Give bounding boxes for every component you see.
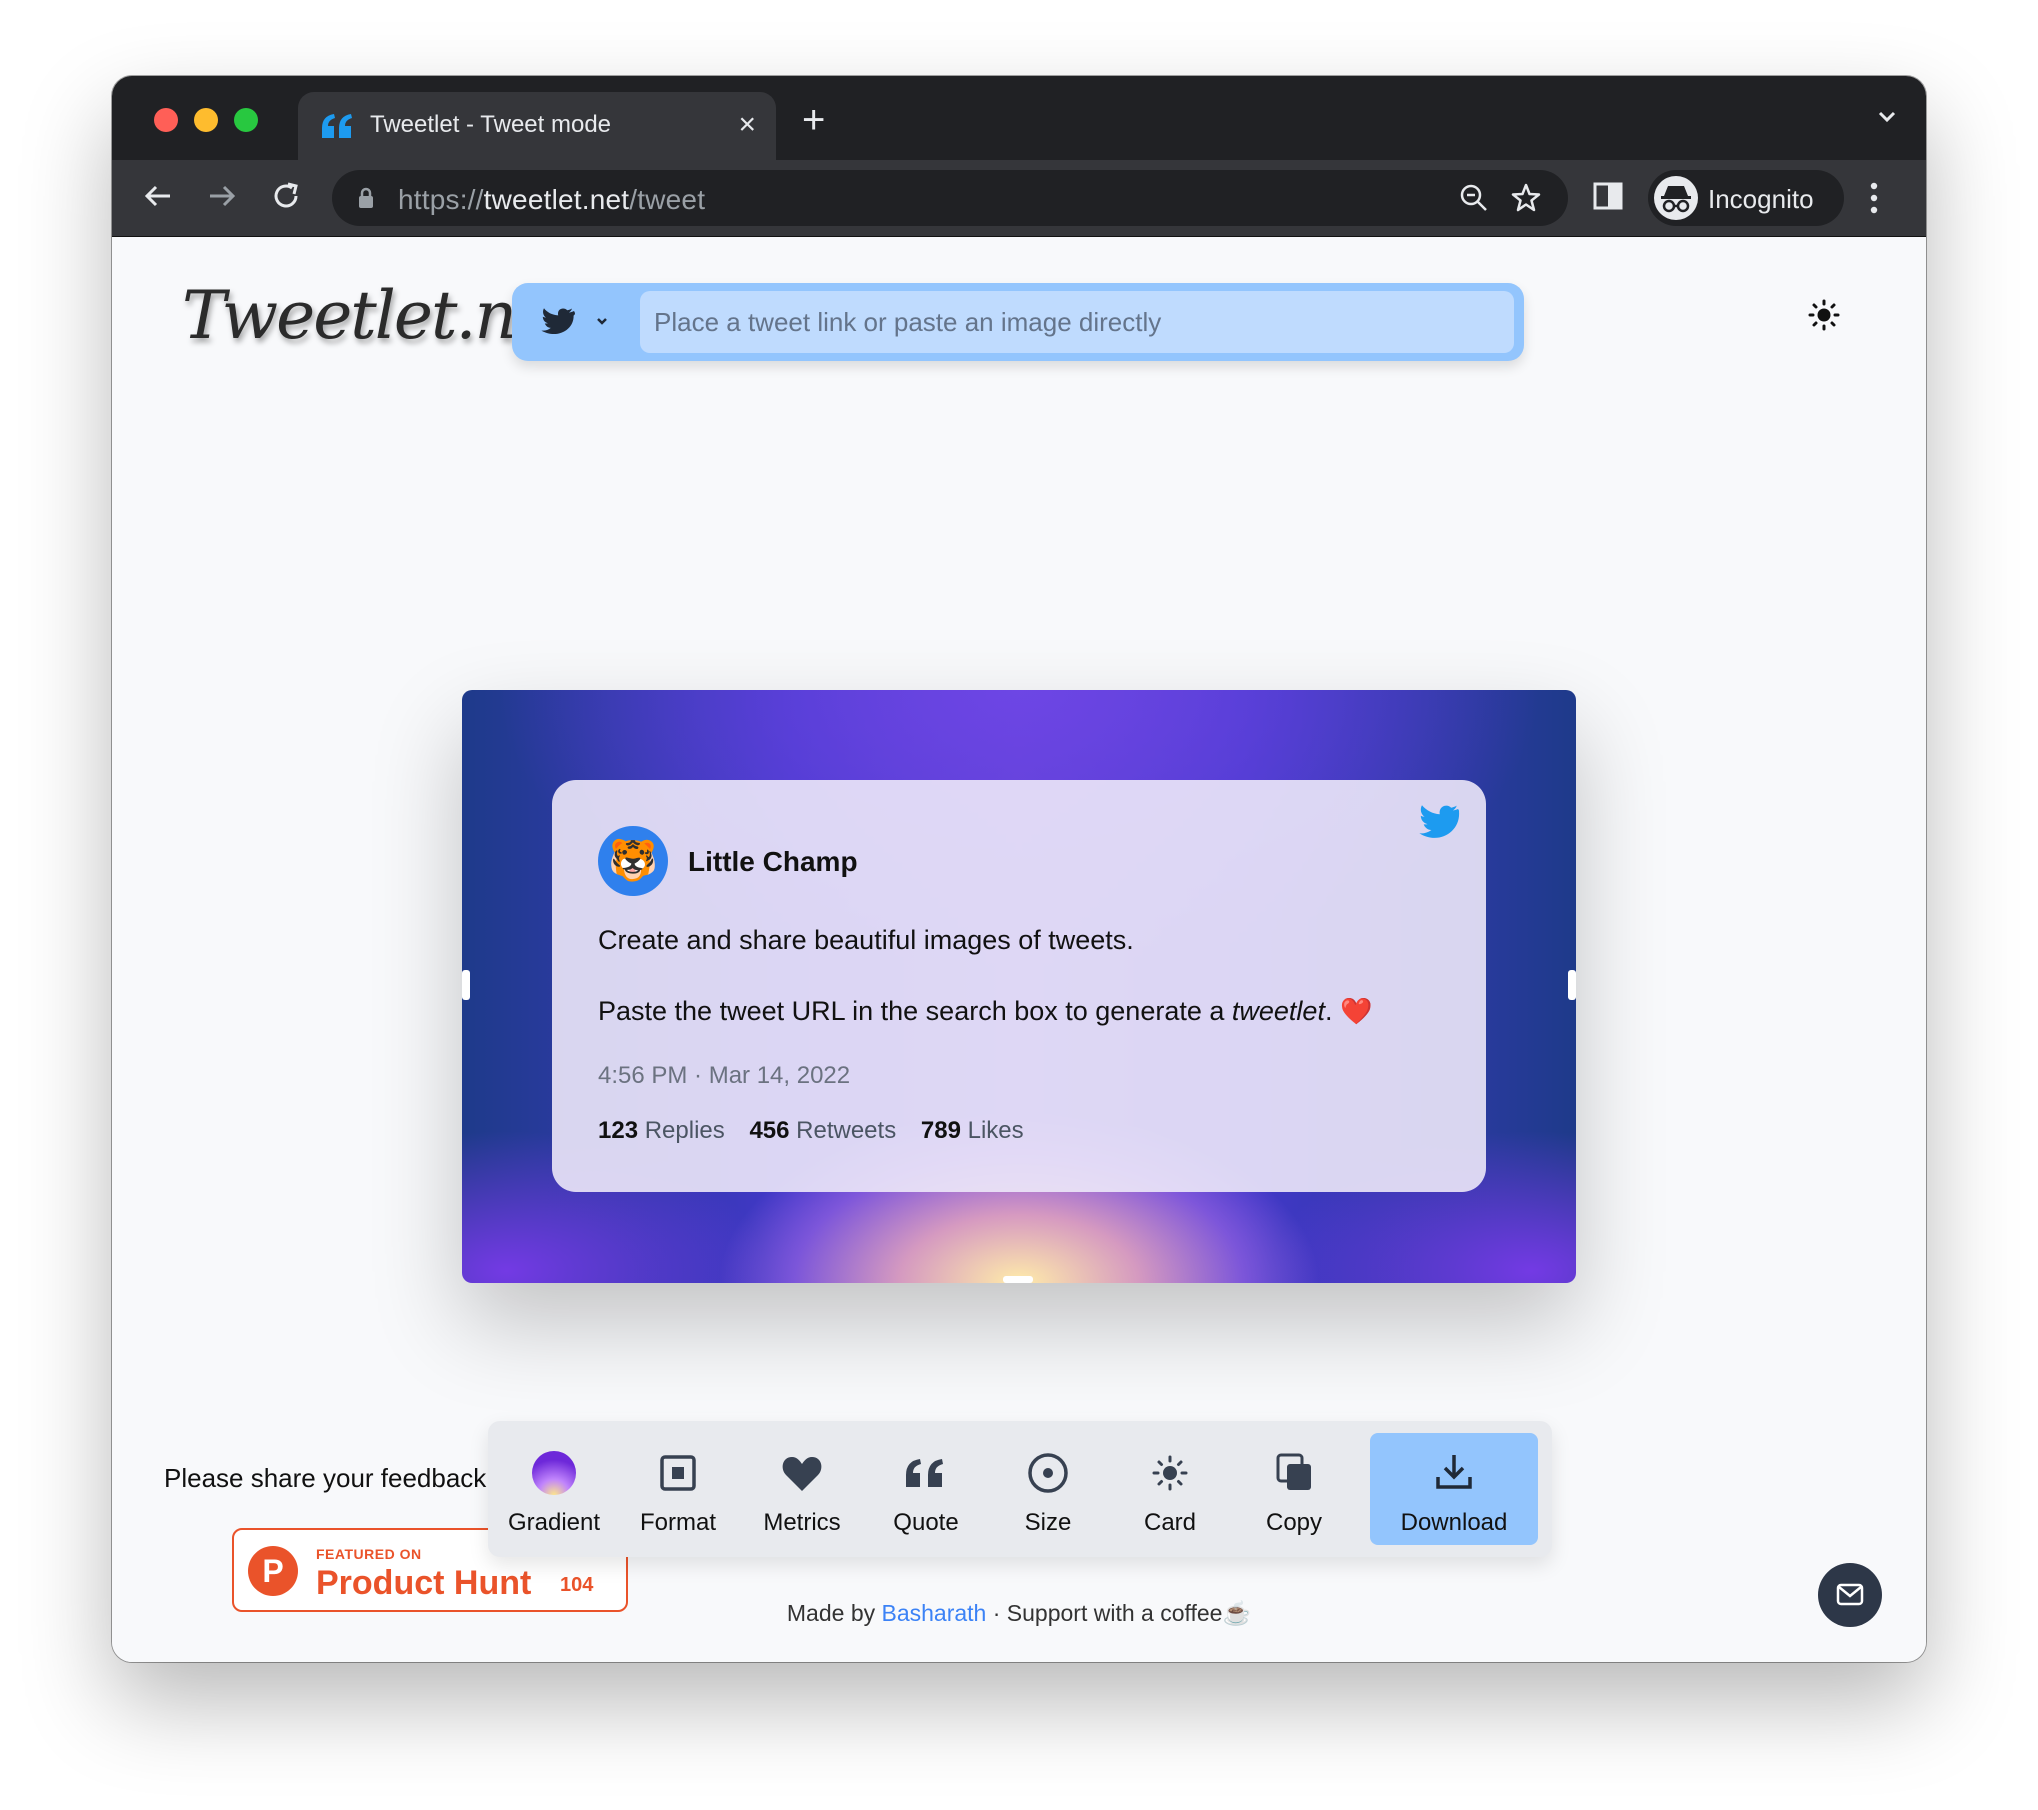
feedback-link[interactable]: Please share your feedback (164, 1463, 486, 1494)
copy-icon (1234, 1449, 1354, 1497)
browser-menu-icon[interactable] (1868, 180, 1880, 221)
footer-support-link[interactable]: · Support with a coffee (986, 1600, 1223, 1626)
zoom-out-icon[interactable] (1458, 182, 1490, 219)
tweet-emphasis: tweetlet (1231, 996, 1325, 1026)
mail-icon (1836, 1583, 1864, 1606)
minimize-window-button[interactable] (194, 108, 218, 132)
tab-tweetlet[interactable]: Tweetlet - Tweet mode × (298, 92, 776, 160)
download-icon (1370, 1449, 1538, 1497)
theme-toggle-sun-icon[interactable] (1808, 299, 1840, 336)
tweet-paragraph-1: Create and share beautiful images of twe… (598, 925, 1134, 955)
tab-title: Tweetlet - Tweet mode (370, 111, 612, 138)
retweets-label: Retweets (796, 1117, 897, 1144)
resize-handle-right[interactable] (1568, 970, 1576, 1000)
reload-icon[interactable] (268, 178, 304, 219)
sun-icon (1110, 1449, 1230, 1497)
resize-handle-left[interactable] (462, 970, 470, 1000)
search-bar (512, 283, 1524, 361)
tweet-canvas: 🐯 Little Champ Create and share beautifu… (462, 690, 1576, 1283)
footer: Made by Basharath · Support with a coffe… (112, 1600, 1926, 1627)
incognito-icon (1654, 176, 1698, 220)
coffee-icon: ☕ (1222, 1600, 1252, 1626)
tweet-metrics: 123 Replies 456 Retweets 789 Likes (598, 1117, 1042, 1145)
quote-label: Quote (893, 1509, 959, 1536)
metric-likes: 789 Likes (921, 1117, 1024, 1144)
copy-label: Copy (1265, 1509, 1323, 1536)
metrics-button[interactable]: Metrics (742, 1433, 862, 1545)
avatar: 🐯 (598, 826, 668, 896)
retweets-count: 456 (749, 1117, 790, 1144)
tab-strip: Tweetlet - Tweet mode × + (112, 76, 1926, 160)
lock-icon[interactable] (356, 186, 376, 215)
format-icon (618, 1449, 738, 1497)
download-label: Download (1400, 1509, 1508, 1536)
bookmark-star-icon[interactable] (1510, 182, 1542, 219)
metric-retweets: 456 Retweets (749, 1117, 896, 1144)
gradient-icon (494, 1449, 614, 1497)
twitter-bird-icon (1414, 804, 1460, 849)
author-link[interactable]: Basharath (882, 1600, 987, 1626)
page-content: Tweetlet.net 🐯 Little Ch (112, 237, 1926, 1662)
url-path: /tweet (629, 184, 706, 215)
size-button[interactable]: Size (988, 1433, 1108, 1545)
replies-count: 123 (598, 1117, 639, 1144)
tweet-paragraph-2-text: Paste the tweet URL in the search box to… (598, 996, 1232, 1026)
resize-handle-bottom[interactable] (1003, 1276, 1033, 1283)
product-hunt-logo-icon: P (248, 1546, 298, 1596)
size-label: Size (1024, 1509, 1072, 1536)
product-hunt-featured-label: FEATURED ON (316, 1546, 422, 1562)
download-button[interactable]: Download (1370, 1433, 1538, 1545)
url-text: https://tweetlet.net/tweet (398, 184, 705, 216)
gradient-label: Gradient (507, 1509, 601, 1536)
upvote-count: 104 (560, 1574, 594, 1596)
address-bar[interactable]: https://tweetlet.net/tweet (332, 170, 1568, 226)
incognito-profile-button[interactable]: Incognito (1648, 170, 1844, 226)
back-arrow-icon[interactable] (140, 178, 176, 219)
replies-label: Replies (644, 1117, 725, 1144)
size-icon (988, 1449, 1108, 1497)
tweet-card: 🐯 Little Champ Create and share beautifu… (552, 780, 1486, 1192)
likes-count: 789 (920, 1117, 961, 1144)
gradient-button[interactable]: Gradient (494, 1433, 614, 1545)
format-button[interactable]: Format (618, 1433, 738, 1545)
maximize-window-button[interactable] (234, 108, 258, 132)
product-hunt-label: Product Hunt (316, 1564, 532, 1602)
forward-arrow-icon[interactable] (204, 178, 240, 219)
quote-button[interactable]: Quote (866, 1433, 986, 1545)
quote-favicon-icon (320, 112, 354, 145)
tweet-paragraph-2: Paste the tweet URL in the search box to… (598, 996, 1372, 1027)
close-window-button[interactable] (154, 108, 178, 132)
card-label: Card (1143, 1509, 1197, 1536)
browser-window: Tweetlet - Tweet mode × + https://tweetl… (112, 76, 1926, 1662)
incognito-label: Incognito (1708, 184, 1814, 214)
tweet-paragraph-2-suffix: . (1324, 996, 1340, 1026)
tweet-timestamp: 4:56 PM · Mar 14, 2022 (598, 1062, 851, 1089)
tweet-author: Little Champ (688, 846, 858, 877)
control-bar: Gradient Format Metrics Quote Size Card … (488, 1421, 1552, 1557)
footer-made-by: Made by (786, 1600, 882, 1626)
format-label: Format (639, 1509, 716, 1536)
tweet-link-input[interactable] (640, 291, 1514, 353)
browser-toolbar: https://tweetlet.net/tweet Incognito (112, 160, 1926, 237)
heart-emoji: ❤️ (1339, 996, 1373, 1026)
metrics-label: Metrics (763, 1509, 841, 1536)
metric-replies: 123 Replies (598, 1117, 725, 1144)
tab-search-chevron-icon[interactable] (1876, 106, 1898, 133)
url-scheme: https:// (398, 184, 484, 215)
contact-mail-button[interactable] (1818, 1563, 1882, 1627)
card-button[interactable]: Card (1110, 1433, 1230, 1545)
tab-close-icon[interactable]: × (738, 110, 756, 140)
quote-icon (866, 1449, 986, 1497)
source-selector[interactable] (536, 301, 616, 343)
likes-label: Likes (967, 1117, 1024, 1144)
copy-button[interactable]: Copy (1234, 1433, 1354, 1545)
url-host: tweetlet.net (483, 184, 630, 215)
side-panel-icon[interactable] (1592, 180, 1624, 217)
new-tab-button[interactable]: + (802, 100, 825, 140)
heart-icon (742, 1449, 862, 1497)
